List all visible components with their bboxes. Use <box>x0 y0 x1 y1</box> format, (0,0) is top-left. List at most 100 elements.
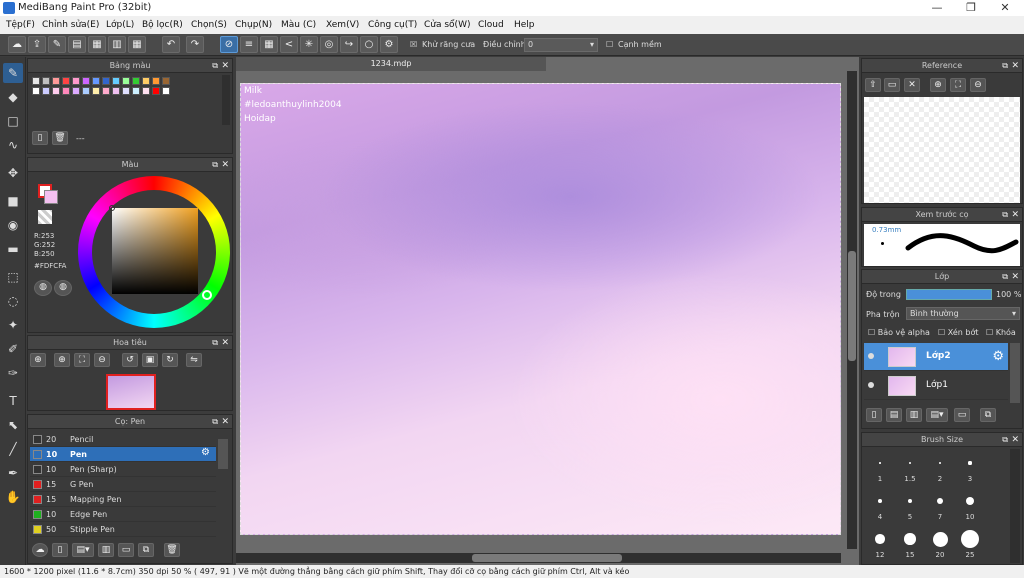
color-swatch[interactable] <box>122 77 130 85</box>
magic-wand-icon[interactable]: ✦ <box>3 315 23 335</box>
color-swatch[interactable] <box>162 77 170 85</box>
duplicate-icon[interactable]: ⧉ <box>980 408 996 422</box>
close-button[interactable]: ✕ <box>988 0 1022 16</box>
eyedropper-icon[interactable]: ✒ <box>3 463 23 483</box>
share-icon[interactable]: ⇪ <box>28 36 46 53</box>
chat-icon[interactable]: ✎ <box>48 36 66 53</box>
menu-filter[interactable]: Bộ lọc(R) <box>142 20 183 30</box>
brush-size-option[interactable]: 10 <box>955 489 985 521</box>
hue-handle[interactable] <box>202 290 212 300</box>
color-swatch[interactable] <box>62 77 70 85</box>
new-layer-8bit-icon[interactable]: ▤ <box>886 408 902 422</box>
eraser-tool-icon[interactable]: ◆ <box>3 87 23 107</box>
brush-item[interactable]: 15 Mapping Pen <box>30 492 216 507</box>
folder-open-icon[interactable]: ▭ <box>884 78 900 92</box>
palette-icon[interactable]: ◍ <box>34 280 52 296</box>
upload-icon[interactable]: ⇧ <box>865 78 881 92</box>
vanish-snap-icon[interactable]: < <box>280 36 298 53</box>
ellipse-snap-icon[interactable]: ○ <box>360 36 378 53</box>
close-icon[interactable]: ✕ <box>221 59 229 73</box>
folder-icon[interactable]: ▭ <box>118 543 134 557</box>
color-swatch[interactable] <box>122 87 130 95</box>
color-swatch[interactable] <box>152 87 160 95</box>
color-swatch[interactable] <box>42 87 50 95</box>
menu-help[interactable]: Help <box>514 20 535 30</box>
new-layer-icon[interactable]: ▯ <box>866 408 882 422</box>
undock-icon[interactable]: ⧉ <box>1002 433 1008 447</box>
eye-icon[interactable] <box>868 353 874 359</box>
panel-icon[interactable]: ▥ <box>108 36 126 53</box>
close-icon[interactable]: ✕ <box>221 158 229 172</box>
color-swatch[interactable] <box>72 77 80 85</box>
color-swatch[interactable] <box>112 87 120 95</box>
minimize-button[interactable]: — <box>920 0 954 16</box>
zoom-in-icon[interactable]: ⊕ <box>54 353 70 367</box>
folder-icon[interactable]: ▭ <box>954 408 970 422</box>
flip-icon[interactable]: ⇋ <box>186 353 202 367</box>
brush-item[interactable]: 15 G Pen <box>30 477 216 492</box>
navigator-thumbnail[interactable] <box>106 374 156 410</box>
brush-settings-icon[interactable]: ▥ <box>98 543 114 557</box>
parallel-snap-icon[interactable]: ≡ <box>240 36 258 53</box>
color-swatch[interactable] <box>132 87 140 95</box>
color-swatch[interactable] <box>152 77 160 85</box>
zoom-in-icon[interactable]: ⊕ <box>930 78 946 92</box>
document-tab[interactable]: 1234.mdp <box>236 57 546 71</box>
color-swatch[interactable] <box>162 87 170 95</box>
menu-tools[interactable]: Công cụ(T) <box>368 20 417 30</box>
divide-tool-icon[interactable]: ╱ <box>3 439 23 459</box>
antialias-checkbox[interactable]: ☒ <box>410 40 417 49</box>
color-swatch[interactable] <box>142 87 150 95</box>
color-swatch[interactable] <box>32 77 40 85</box>
page-icon[interactable]: ▦ <box>88 36 106 53</box>
curve-snap-icon[interactable]: ↪ <box>340 36 358 53</box>
gradient-tool-icon[interactable]: ▬ <box>3 239 23 259</box>
brush-size-option[interactable]: 25 <box>955 527 985 559</box>
brush-item[interactable]: 10 Pen <box>30 447 216 462</box>
color-swatch[interactable] <box>112 77 120 85</box>
close-icon[interactable]: ✕ <box>1011 433 1019 447</box>
brush-size-option[interactable]: 20 <box>925 527 955 559</box>
curve-tool-icon[interactable]: ∿ <box>3 135 23 155</box>
select-eraser-icon[interactable]: ✑ <box>3 363 23 383</box>
vertical-scrollbar[interactable] <box>847 71 857 549</box>
rect-tool-icon[interactable]: □ <box>3 111 23 131</box>
trash-icon[interactable]: 🗑 <box>52 131 68 145</box>
menu-edit[interactable]: Chỉnh sửa(E) <box>42 20 99 30</box>
cloud-brush-icon[interactable]: ☁ <box>32 543 48 557</box>
menu-select[interactable]: Chọn(S) <box>191 20 227 30</box>
trash-icon[interactable]: 🗑 <box>164 543 180 557</box>
maximize-button[interactable]: ❐ <box>954 0 988 16</box>
close-icon[interactable]: ✕ <box>221 336 229 350</box>
move-tool-icon[interactable]: ✥ <box>3 163 23 183</box>
color-swatch[interactable] <box>42 77 50 85</box>
undock-icon[interactable]: ⧉ <box>212 415 218 429</box>
soft-edge-checkbox[interactable]: ☐ <box>606 40 613 49</box>
menu-cloud[interactable]: Cloud <box>478 20 504 30</box>
rotate-right-icon[interactable]: ↻ <box>162 353 178 367</box>
gear-icon[interactable]: ⚙ <box>992 349 1004 364</box>
eye-icon[interactable] <box>868 382 874 388</box>
menu-file[interactable]: Tệp(F) <box>6 20 35 30</box>
gear-icon[interactable]: ⚙ <box>201 447 210 458</box>
color-swatch[interactable] <box>32 87 40 95</box>
color-swatch[interactable] <box>62 87 70 95</box>
close-reference-icon[interactable]: ✕ <box>904 78 920 92</box>
add-brush-icon[interactable]: ▤▾ <box>72 543 94 557</box>
lock-checkbox[interactable]: ☐ Khóa <box>986 328 1016 337</box>
color-swatch[interactable] <box>142 77 150 85</box>
color-swatch[interactable] <box>72 87 80 95</box>
brush-size-option[interactable]: 15 <box>895 527 925 559</box>
zoom-in-icon[interactable]: ⊕ <box>30 353 46 367</box>
fit-icon[interactable]: ⛶ <box>950 78 966 92</box>
brush-size-option[interactable]: 12 <box>865 527 895 559</box>
undock-icon[interactable]: ⧉ <box>212 158 218 172</box>
brush-size-option[interactable]: 1.5 <box>895 451 925 483</box>
new-palette-icon[interactable]: ▯ <box>32 131 48 145</box>
brush-item[interactable]: 50 Stipple Pen <box>30 522 216 537</box>
grid-icon[interactable]: ▦ <box>128 36 146 53</box>
palette-scrollbar[interactable] <box>222 75 230 125</box>
hand-tool-icon[interactable]: ✋ <box>3 487 23 507</box>
undock-icon[interactable]: ⧉ <box>1002 59 1008 73</box>
snap-off-icon[interactable]: ⊘ <box>220 36 238 53</box>
